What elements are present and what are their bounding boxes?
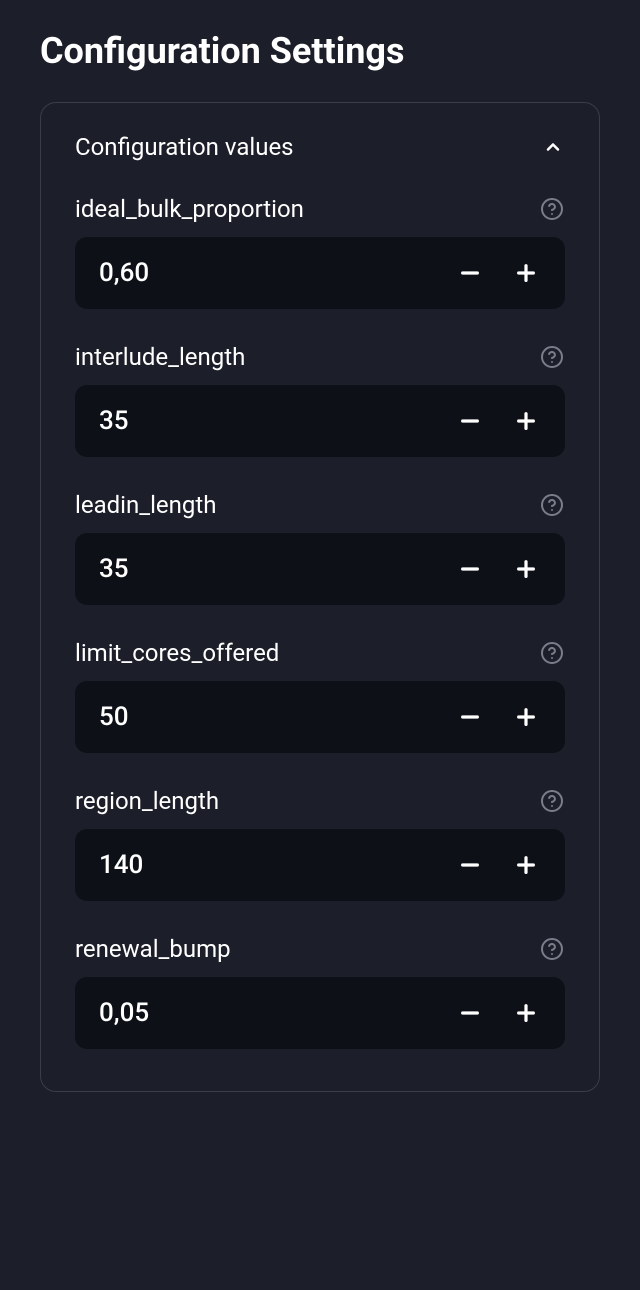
field-header: interlude_length [75,343,565,371]
page-title: Configuration Settings [40,30,600,72]
decrement-button[interactable] [445,840,495,890]
number-input[interactable]: 35 [75,533,565,605]
help-icon[interactable] [539,788,565,814]
decrement-button[interactable] [445,692,495,742]
number-input[interactable]: 0,60 [75,237,565,309]
number-value[interactable]: 35 [99,406,445,436]
field-label: limit_cores_offered [75,639,279,667]
number-value[interactable]: 140 [99,850,445,880]
number-input[interactable]: 140 [75,829,565,901]
field-label: leadin_length [75,491,216,519]
increment-button[interactable] [501,988,551,1038]
number-value[interactable]: 0,05 [99,998,445,1028]
field-leadin-length: leadin_length 35 [75,491,565,605]
number-value[interactable]: 50 [99,702,445,732]
field-header: ideal_bulk_proportion [75,195,565,223]
field-label: region_length [75,787,219,815]
field-header: limit_cores_offered [75,639,565,667]
field-header: region_length [75,787,565,815]
increment-button[interactable] [501,840,551,890]
config-values-panel: Configuration values ideal_bulk_proporti… [40,102,600,1092]
panel-header-title: Configuration values [75,133,294,161]
help-icon[interactable] [539,492,565,518]
help-icon[interactable] [539,640,565,666]
panel-header[interactable]: Configuration values [75,133,565,161]
stepper-controls [445,248,551,298]
stepper-controls [445,840,551,890]
field-limit-cores-offered: limit_cores_offered 50 [75,639,565,753]
number-value[interactable]: 35 [99,554,445,584]
increment-button[interactable] [501,692,551,742]
stepper-controls [445,544,551,594]
increment-button[interactable] [501,544,551,594]
decrement-button[interactable] [445,396,495,446]
stepper-controls [445,396,551,446]
number-input[interactable]: 35 [75,385,565,457]
stepper-controls [445,988,551,1038]
field-label: ideal_bulk_proportion [75,195,304,223]
number-value[interactable]: 0,60 [99,258,445,288]
field-label: renewal_bump [75,935,231,963]
help-icon[interactable] [539,196,565,222]
increment-button[interactable] [501,248,551,298]
field-label: interlude_length [75,343,245,371]
increment-button[interactable] [501,396,551,446]
help-icon[interactable] [539,936,565,962]
decrement-button[interactable] [445,248,495,298]
field-header: leadin_length [75,491,565,519]
field-interlude-length: interlude_length 35 [75,343,565,457]
decrement-button[interactable] [445,544,495,594]
number-input[interactable]: 50 [75,681,565,753]
chevron-up-icon[interactable] [541,135,565,159]
stepper-controls [445,692,551,742]
field-region-length: region_length 140 [75,787,565,901]
field-header: renewal_bump [75,935,565,963]
field-ideal-bulk-proportion: ideal_bulk_proportion 0,60 [75,195,565,309]
decrement-button[interactable] [445,988,495,1038]
field-renewal-bump: renewal_bump 0,05 [75,935,565,1049]
help-icon[interactable] [539,344,565,370]
number-input[interactable]: 0,05 [75,977,565,1049]
